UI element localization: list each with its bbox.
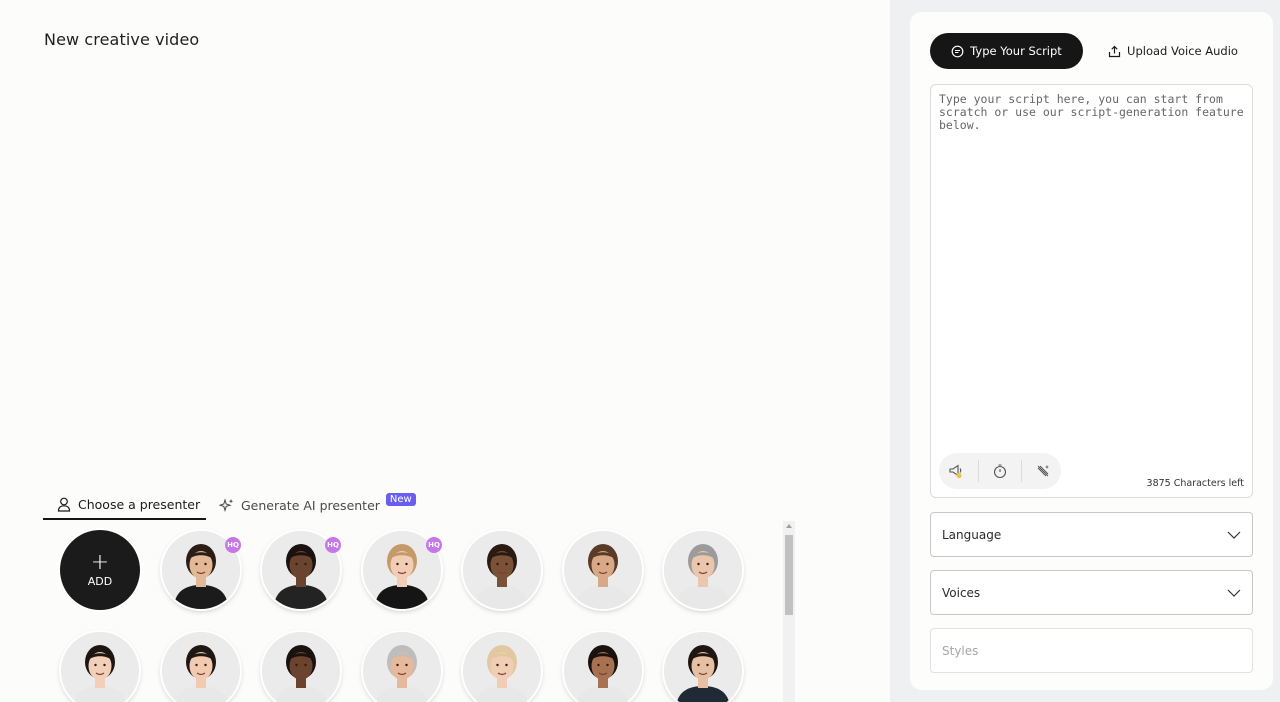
hq-badge: HQ bbox=[325, 537, 341, 553]
presenter-avatar[interactable]: HQ bbox=[262, 531, 341, 609]
characters-left-counter: 3875 Characters left bbox=[1146, 478, 1244, 489]
presenter-avatar[interactable] bbox=[564, 632, 642, 702]
presenter-avatar[interactable] bbox=[664, 531, 742, 609]
language-select[interactable]: Language bbox=[930, 512, 1253, 557]
presenter-grid: + ADD HQ HQ HQ bbox=[44, 521, 784, 702]
script-toolbox bbox=[939, 453, 1061, 489]
add-presenter-button[interactable]: + ADD bbox=[60, 530, 140, 610]
styles-select[interactable]: Styles bbox=[930, 628, 1253, 673]
presenter-portrait-icon bbox=[162, 632, 240, 702]
presenter-avatar[interactable] bbox=[463, 531, 541, 609]
chevron-down-icon bbox=[1227, 531, 1241, 539]
scroll-thumb[interactable] bbox=[785, 535, 793, 615]
megaphone-icon bbox=[949, 464, 962, 479]
tab-type-your-script[interactable]: Type Your Script bbox=[930, 33, 1083, 69]
presenter-avatar[interactable]: HQ bbox=[363, 531, 442, 609]
chevron-down-icon bbox=[1227, 589, 1241, 597]
presenter-scrollbar[interactable] bbox=[783, 521, 795, 702]
toolbar-divider bbox=[1021, 460, 1022, 482]
script-sidebar: Type Your Script Upload Voice Audio Type… bbox=[890, 0, 1280, 702]
script-generate-button[interactable] bbox=[1028, 456, 1058, 486]
tab-choose-presenter[interactable]: Choose a presenter bbox=[43, 490, 206, 520]
presenter-portrait-icon bbox=[363, 632, 441, 702]
presenter-tabs: Choose a presenter Generate AI presenter… bbox=[43, 490, 423, 521]
styles-select-label: Styles bbox=[942, 643, 979, 658]
presenter-avatar[interactable] bbox=[363, 632, 441, 702]
script-panel: Type Your Script Upload Voice Audio Type… bbox=[910, 12, 1273, 690]
plus-icon: + bbox=[90, 549, 110, 575]
new-badge: New bbox=[385, 492, 416, 506]
presenter-avatar[interactable] bbox=[463, 632, 541, 702]
add-label: ADD bbox=[87, 574, 113, 588]
voices-select[interactable]: Voices bbox=[930, 570, 1253, 615]
presenter-portrait-icon bbox=[664, 531, 742, 609]
sparkle-icon bbox=[219, 497, 234, 512]
presenter-portrait-icon bbox=[664, 632, 742, 702]
presenter-portrait-icon bbox=[564, 531, 642, 609]
pause-timer-button[interactable] bbox=[985, 456, 1015, 486]
presenter-portrait-icon bbox=[463, 632, 541, 702]
upload-icon bbox=[1108, 45, 1121, 57]
tab-generate-label: Generate AI presenter bbox=[241, 497, 380, 513]
tab-generate-ai-presenter[interactable]: Generate AI presenter New bbox=[219, 490, 416, 520]
presenter-avatar[interactable] bbox=[564, 531, 642, 609]
toolbar-divider bbox=[978, 460, 979, 482]
presenter-avatar[interactable] bbox=[664, 632, 742, 702]
tab-type-label: Type Your Script bbox=[970, 44, 1062, 58]
chat-bubble-icon bbox=[951, 45, 964, 57]
language-select-label: Language bbox=[942, 527, 1002, 542]
tab-upload-label: Upload Voice Audio bbox=[1127, 44, 1238, 58]
hq-badge: HQ bbox=[225, 537, 241, 553]
script-editor: 3875 Characters left bbox=[930, 84, 1253, 498]
hq-badge: HQ bbox=[426, 537, 442, 553]
scroll-up-arrow-icon[interactable] bbox=[786, 524, 792, 528]
magic-wand-icon bbox=[1037, 465, 1049, 477]
presenter-portrait-icon bbox=[564, 632, 642, 702]
presenter-portrait-icon bbox=[463, 531, 541, 609]
main-canvas-area: New creative video Choose a presenter Ge… bbox=[0, 0, 890, 702]
presenter-avatar[interactable] bbox=[262, 632, 340, 702]
presenter-portrait-icon bbox=[61, 632, 139, 702]
voice-tone-button[interactable] bbox=[942, 456, 972, 486]
tab-upload-voice-audio[interactable]: Upload Voice Audio bbox=[1093, 33, 1253, 69]
timer-icon bbox=[993, 464, 1007, 479]
script-textarea[interactable] bbox=[931, 85, 1252, 455]
tab-choose-presenter-label: Choose a presenter bbox=[78, 496, 201, 512]
page-title: New creative video bbox=[44, 30, 200, 49]
person-icon bbox=[57, 497, 71, 512]
presenter-avatar[interactable] bbox=[61, 632, 139, 702]
presenter-portrait-icon bbox=[262, 632, 340, 702]
presenter-avatar[interactable]: HQ bbox=[162, 531, 241, 609]
presenter-avatar[interactable] bbox=[162, 632, 240, 702]
voices-select-label: Voices bbox=[942, 585, 981, 600]
